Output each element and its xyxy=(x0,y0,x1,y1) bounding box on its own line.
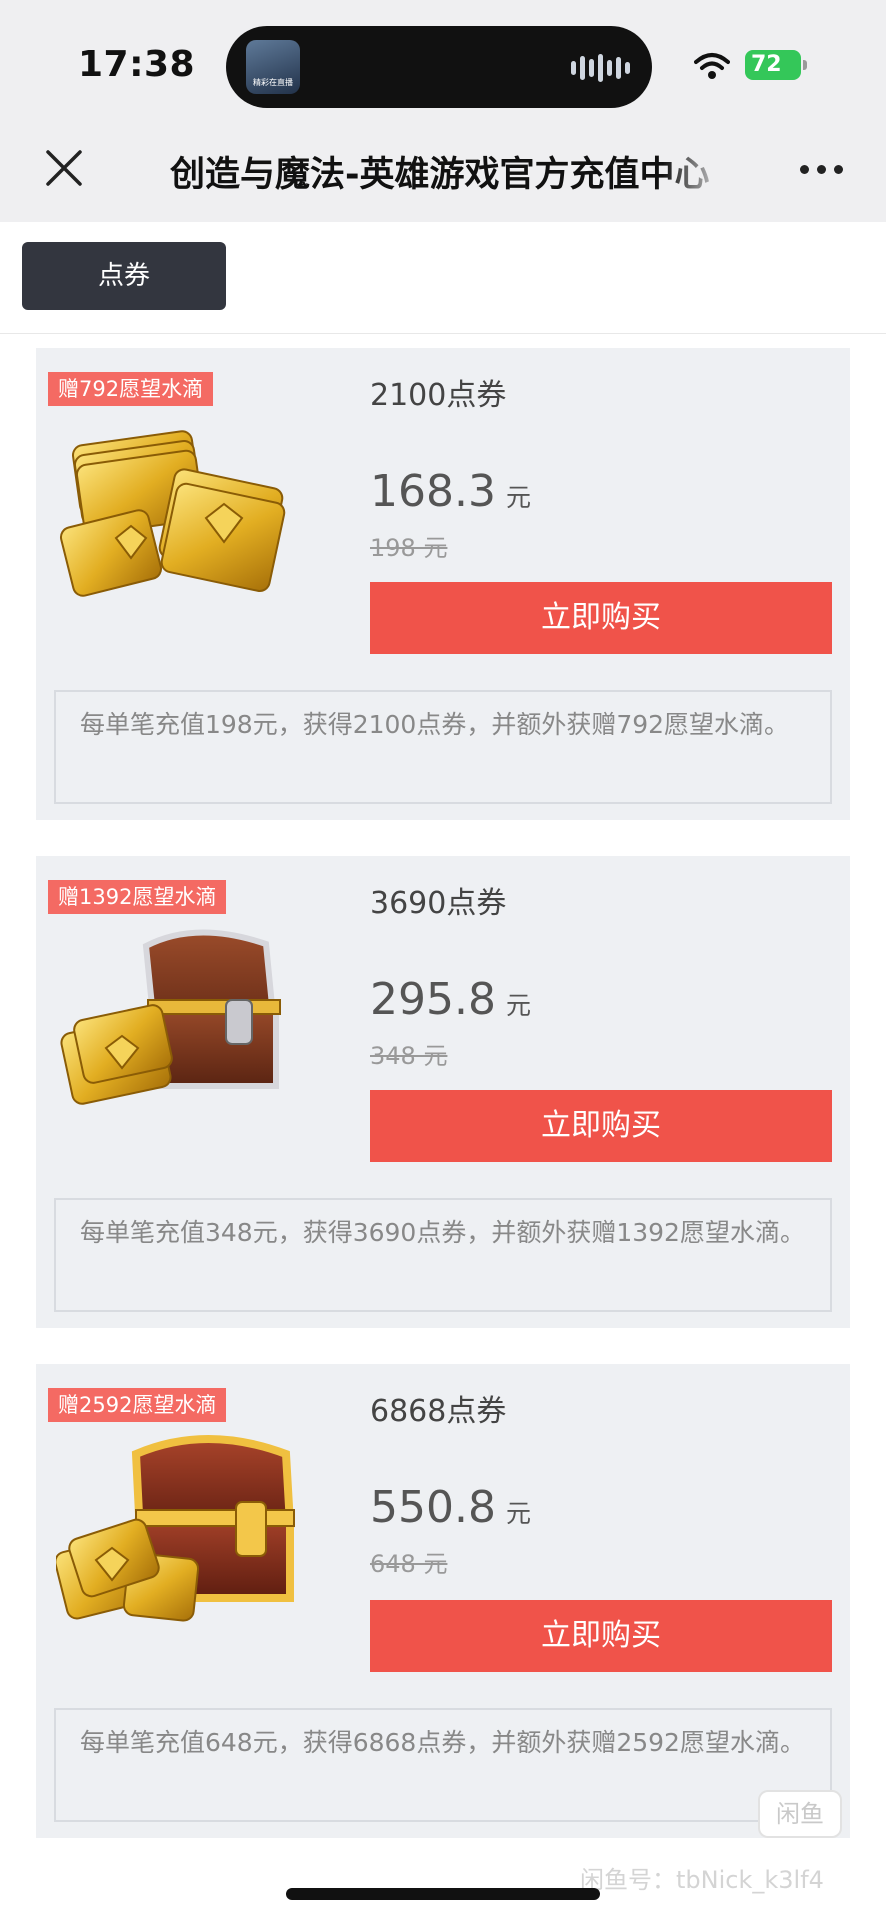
sale-price: 168.3 元 xyxy=(370,466,531,517)
treasure-chest-large-image xyxy=(56,1435,295,1622)
treasure-chest-small-image xyxy=(60,929,281,1105)
tab-coupons[interactable]: 点券 xyxy=(22,242,226,310)
home-indicator[interactable] xyxy=(286,1888,600,1900)
original-price: 348 元 xyxy=(370,1042,448,1070)
battery-level: 72 xyxy=(751,52,782,77)
coin-stack-image xyxy=(59,430,286,597)
audio-wave-icon xyxy=(571,54,630,82)
product-name: 3690点券 xyxy=(370,886,507,921)
price-unit: 元 xyxy=(505,483,531,512)
battery-indicator: 72 xyxy=(745,50,807,80)
more-options-icon[interactable] xyxy=(800,152,848,186)
bonus-badge: 赠792愿望水滴 xyxy=(48,372,214,406)
product-card: 赠2592愿望水滴 6868点券 550.8 元 648 元 立即购买 每单笔充值… xyxy=(36,1364,850,1838)
live-thumbnail[interactable]: 精彩在直播 xyxy=(246,40,300,94)
sale-price-value: 550.8 xyxy=(370,1482,496,1533)
page-title: 创造与魔法-英雄游戏官方充值中心 xyxy=(170,155,710,195)
buy-now-button[interactable]: 立即购买 xyxy=(370,1090,832,1162)
original-price: 648 元 xyxy=(370,1550,448,1578)
price-unit: 元 xyxy=(505,991,531,1020)
product-description: 每单笔充值198元，获得2100点券，并额外获赠792愿望水滴。 xyxy=(54,690,832,804)
watermark-text: 闲鱼号：tbNick_k3lf4 xyxy=(580,1866,824,1894)
sale-price-value: 168.3 xyxy=(370,466,496,517)
buy-now-button[interactable]: 立即购买 xyxy=(370,1600,832,1672)
close-icon[interactable] xyxy=(42,146,86,190)
product-name: 6868点券 xyxy=(370,1394,507,1429)
product-card: 赠792愿望水滴 2100点券 168.3 元 198 元 立即购买 每单笔充值1… xyxy=(36,348,850,820)
xianyu-logo: 闲鱼 xyxy=(758,1790,842,1838)
price-unit: 元 xyxy=(505,1499,531,1528)
wifi-icon xyxy=(694,53,730,79)
product-name: 2100点券 xyxy=(370,378,507,413)
sale-price-value: 295.8 xyxy=(370,974,496,1025)
original-price: 198 元 xyxy=(370,534,448,562)
buy-now-button[interactable]: 立即购买 xyxy=(370,582,832,654)
tab-bar: 点券 xyxy=(0,222,886,334)
product-description: 每单笔充值348元，获得3690点券，并额外获赠1392愿望水滴。 xyxy=(54,1198,832,1312)
product-card: 赠1392愿望水滴 3690点券 295.8 元 348 元 立即购买 每单笔充值… xyxy=(36,856,850,1328)
bonus-badge: 赠1392愿望水滴 xyxy=(48,880,227,914)
product-description: 每单笔充值648元，获得6868点券，并额外获赠2592愿望水滴。 xyxy=(54,1708,832,1822)
sale-price: 550.8 元 xyxy=(370,1482,531,1533)
status-time: 17:38 xyxy=(78,44,196,85)
bonus-badge: 赠2592愿望水滴 xyxy=(48,1388,227,1422)
sale-price: 295.8 元 xyxy=(370,974,531,1025)
dynamic-island[interactable]: 精彩在直播 xyxy=(226,26,652,108)
live-thumbnail-label: 精彩在直播 xyxy=(253,78,293,87)
top-bar: 17:38 精彩在直播 72 创造与魔法-英雄游戏官方充值中心 xyxy=(0,0,886,222)
